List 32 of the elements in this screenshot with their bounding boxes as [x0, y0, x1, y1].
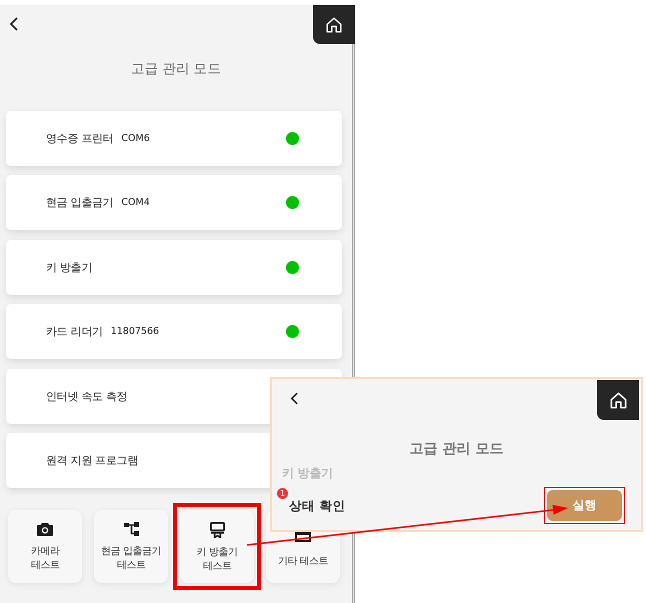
- chevron-left-icon: [290, 392, 298, 405]
- section-label: 키 방출기: [281, 465, 334, 481]
- device-name: 원격 지원 프로그램: [46, 452, 138, 468]
- device-name: 인터넷 속도 측정: [46, 388, 128, 404]
- back-button[interactable]: [290, 392, 298, 405]
- home-button[interactable]: [597, 380, 639, 420]
- home-button[interactable]: [313, 5, 355, 44]
- tray-icon: [295, 532, 311, 542]
- device-detail: COM4: [121, 197, 150, 208]
- device-card[interactable]: 키 방출기: [6, 240, 342, 295]
- device-card[interactable]: 영수증 프린터 COM6: [6, 111, 342, 166]
- dispenser-icon: [210, 522, 224, 538]
- connected-blocks-icon: [124, 522, 138, 536]
- chevron-left-icon: [9, 17, 18, 31]
- back-button[interactable]: [9, 17, 18, 31]
- home-icon: [325, 16, 343, 34]
- test-tile[interactable]: 키 방출기 테스트: [180, 510, 254, 583]
- device-name: 현금 입출금기: [46, 195, 114, 210]
- home-icon: [608, 390, 628, 410]
- device-card[interactable]: 현금 입출금기 COM4: [6, 175, 342, 230]
- screen-title: 고급 관리 모드: [408, 440, 504, 459]
- device-name: 카드 리더기: [46, 324, 103, 340]
- device-detail: 11807566: [110, 326, 160, 338]
- test-tile[interactable]: 카메라 테스트: [8, 510, 82, 583]
- device-card[interactable]: 카드 리더기 11807566: [6, 304, 342, 360]
- device-name: 영수증 프린터: [46, 131, 114, 146]
- screen-title: 고급 관리 모드: [130, 60, 222, 79]
- test-tile[interactable]: 현금 입출금기 테스트: [94, 510, 168, 583]
- camera-icon: [37, 522, 53, 536]
- device-name: 키 방출기: [46, 260, 92, 275]
- device-detail: COM6: [121, 133, 150, 144]
- notification-badge: 1: [277, 488, 288, 498]
